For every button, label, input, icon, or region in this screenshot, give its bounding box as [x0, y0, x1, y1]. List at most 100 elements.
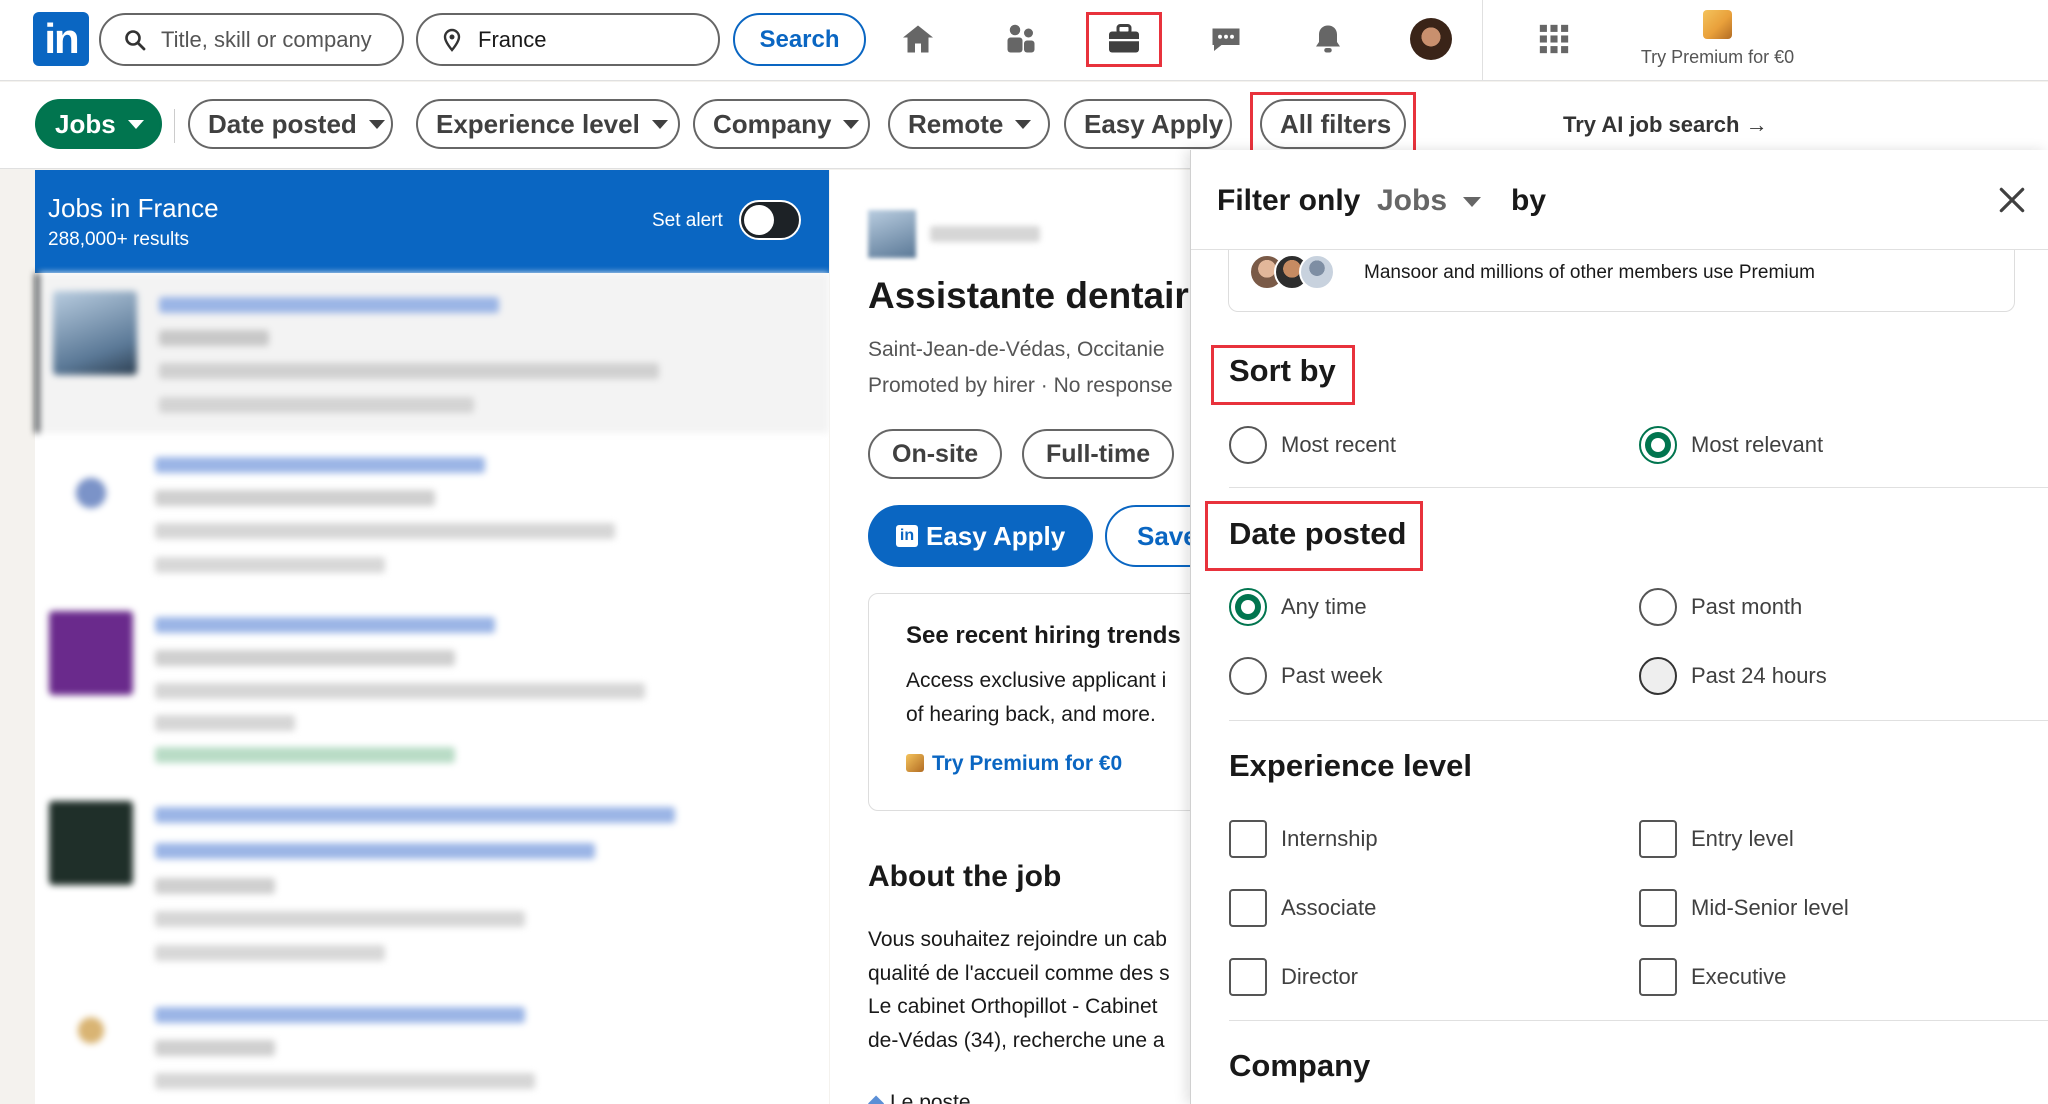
- chevron-down-icon: [1015, 119, 1032, 129]
- blurred-line: [159, 297, 499, 313]
- exp-option-label: Mid-Senior level: [1691, 895, 1849, 920]
- jobs-icon[interactable]: [1101, 16, 1147, 62]
- exp-option-label: Entry level: [1691, 826, 1794, 851]
- radio-button-selected[interactable]: [1639, 426, 1677, 464]
- results-title: Jobs in France: [48, 193, 219, 223]
- all-filters-panel: Filter only Jobs by Mansoor and millions…: [1190, 150, 2048, 1104]
- checkbox[interactable]: [1229, 889, 1267, 927]
- company-logo: [53, 291, 137, 375]
- company-filter[interactable]: Company: [693, 99, 870, 149]
- date-option-label: Past 24 hours: [1691, 663, 1827, 688]
- date-past-24-hours[interactable]: Past 24 hours: [1639, 657, 1827, 695]
- checkbox[interactable]: [1229, 958, 1267, 996]
- apps-grid-icon[interactable]: [1531, 16, 1577, 62]
- remote-filter[interactable]: Remote: [888, 99, 1050, 149]
- jobs-type-dropdown[interactable]: Jobs: [35, 99, 162, 149]
- blurred-line: [155, 747, 455, 763]
- date-option-label: Past week: [1281, 663, 1383, 688]
- checkbox[interactable]: [1229, 820, 1267, 858]
- exp-executive[interactable]: Executive: [1639, 958, 1786, 996]
- try-premium-cta[interactable]: Try Premium for €0: [906, 752, 1122, 776]
- about-job-text: Le cabinet Orthopillot - Cabinet: [868, 995, 1158, 1018]
- chevron-down-icon[interactable]: [1463, 197, 1481, 207]
- remote-filter-label: Remote: [908, 108, 1004, 139]
- blurred-line: [155, 457, 485, 473]
- try-premium-cta-label: Try Premium for €0: [932, 752, 1123, 775]
- exp-associate[interactable]: Associate: [1229, 889, 1376, 927]
- filter-by-label: by: [1511, 184, 1547, 217]
- premium-icon: [906, 754, 924, 772]
- search-icon: [125, 29, 146, 50]
- profile-avatar[interactable]: [1410, 18, 1452, 60]
- diamond-icon: ◆: [868, 1091, 885, 1104]
- save-job-button[interactable]: Save: [1105, 505, 1190, 567]
- job-card[interactable]: [35, 783, 829, 983]
- company-heading: Company: [1229, 1048, 1371, 1083]
- section-divider: [1229, 1020, 2048, 1021]
- exp-internship[interactable]: Internship: [1229, 820, 1378, 858]
- checkbox[interactable]: [1639, 820, 1677, 858]
- blurred-line: [155, 523, 615, 539]
- date-past-week[interactable]: Past week: [1229, 657, 1383, 695]
- experience-level-filter[interactable]: Experience level: [416, 99, 680, 149]
- easy-apply-button[interactable]: in Easy Apply: [868, 505, 1093, 567]
- date-posted-filter[interactable]: Date posted: [188, 99, 393, 149]
- date-posted-filter-label: Date posted: [208, 108, 357, 139]
- keyword-search-input[interactable]: Title, skill or company: [99, 13, 404, 66]
- radio-button-selected[interactable]: [1229, 588, 1267, 626]
- filter-type-dropdown[interactable]: Jobs: [1377, 184, 1447, 218]
- blurred-line: [155, 557, 385, 573]
- search-button[interactable]: Search: [733, 13, 866, 66]
- section-divider: [1229, 487, 2048, 488]
- exp-option-label: Executive: [1691, 964, 1787, 989]
- job-card[interactable]: [35, 593, 829, 783]
- my-network-icon[interactable]: [998, 16, 1044, 62]
- sort-most-recent[interactable]: Most recent: [1229, 426, 1396, 464]
- ai-job-search-label: Try AI job search: [1563, 112, 1740, 137]
- home-icon[interactable]: [895, 16, 941, 62]
- sort-option-label: Most recent: [1281, 432, 1396, 457]
- try-premium-label: Try Premium for €0: [1640, 47, 1795, 67]
- ai-job-search-link[interactable]: Try AI job search →: [1563, 112, 1768, 138]
- arrow-right-icon: →: [1745, 112, 1768, 137]
- radio-button[interactable]: [1639, 588, 1677, 626]
- radio-button[interactable]: [1639, 657, 1677, 695]
- about-job-subheading: Le poste: [890, 1091, 971, 1104]
- exp-mid-senior-level[interactable]: Mid-Senior level: [1639, 889, 1849, 927]
- chevron-down-icon: [651, 119, 668, 129]
- sort-most-relevant[interactable]: Most relevant: [1639, 426, 1823, 464]
- date-any-time[interactable]: Any time: [1229, 588, 1367, 626]
- try-premium-link[interactable]: Try Premium for €0: [1620, 10, 1815, 68]
- about-job-title: About the job: [868, 860, 1062, 893]
- location-search-value: France: [478, 26, 547, 52]
- all-filters-button[interactable]: All filters: [1260, 99, 1406, 149]
- exp-director[interactable]: Director: [1229, 958, 1358, 996]
- messaging-icon[interactable]: [1203, 16, 1249, 62]
- job-card[interactable]: [35, 273, 829, 433]
- experience-level-filter-label: Experience level: [436, 108, 640, 139]
- checkbox[interactable]: [1639, 889, 1677, 927]
- radio-button[interactable]: [1229, 657, 1267, 695]
- hiring-trends-card: See recent hiring trends Access exclusiv…: [868, 593, 1190, 811]
- notifications-icon[interactable]: [1305, 16, 1351, 62]
- checkbox[interactable]: [1639, 958, 1677, 996]
- company-logo: [49, 611, 133, 695]
- date-past-month[interactable]: Past month: [1639, 588, 1802, 626]
- job-card[interactable]: [35, 433, 829, 593]
- keyword-search-placeholder: Title, skill or company: [161, 26, 372, 52]
- radio-button[interactable]: [1229, 426, 1267, 464]
- onsite-chip: On-site: [868, 429, 1003, 479]
- easy-apply-filter[interactable]: Easy Apply: [1064, 99, 1232, 149]
- blurred-line: [155, 878, 275, 894]
- location-search-input[interactable]: France: [416, 13, 720, 66]
- hiring-trends-text: of hearing back, and more.: [906, 703, 1156, 726]
- close-icon[interactable]: [1996, 184, 2028, 216]
- set-alert-toggle[interactable]: [739, 200, 801, 240]
- exp-option-label: Internship: [1281, 826, 1378, 851]
- blurred-line: [155, 650, 455, 666]
- hiring-trends-text: Access exclusive applicant i: [906, 669, 1167, 692]
- exp-entry-level[interactable]: Entry level: [1639, 820, 1794, 858]
- job-card[interactable]: [35, 983, 829, 1104]
- blurred-line: [155, 490, 435, 506]
- linkedin-logo[interactable]: in: [33, 12, 89, 66]
